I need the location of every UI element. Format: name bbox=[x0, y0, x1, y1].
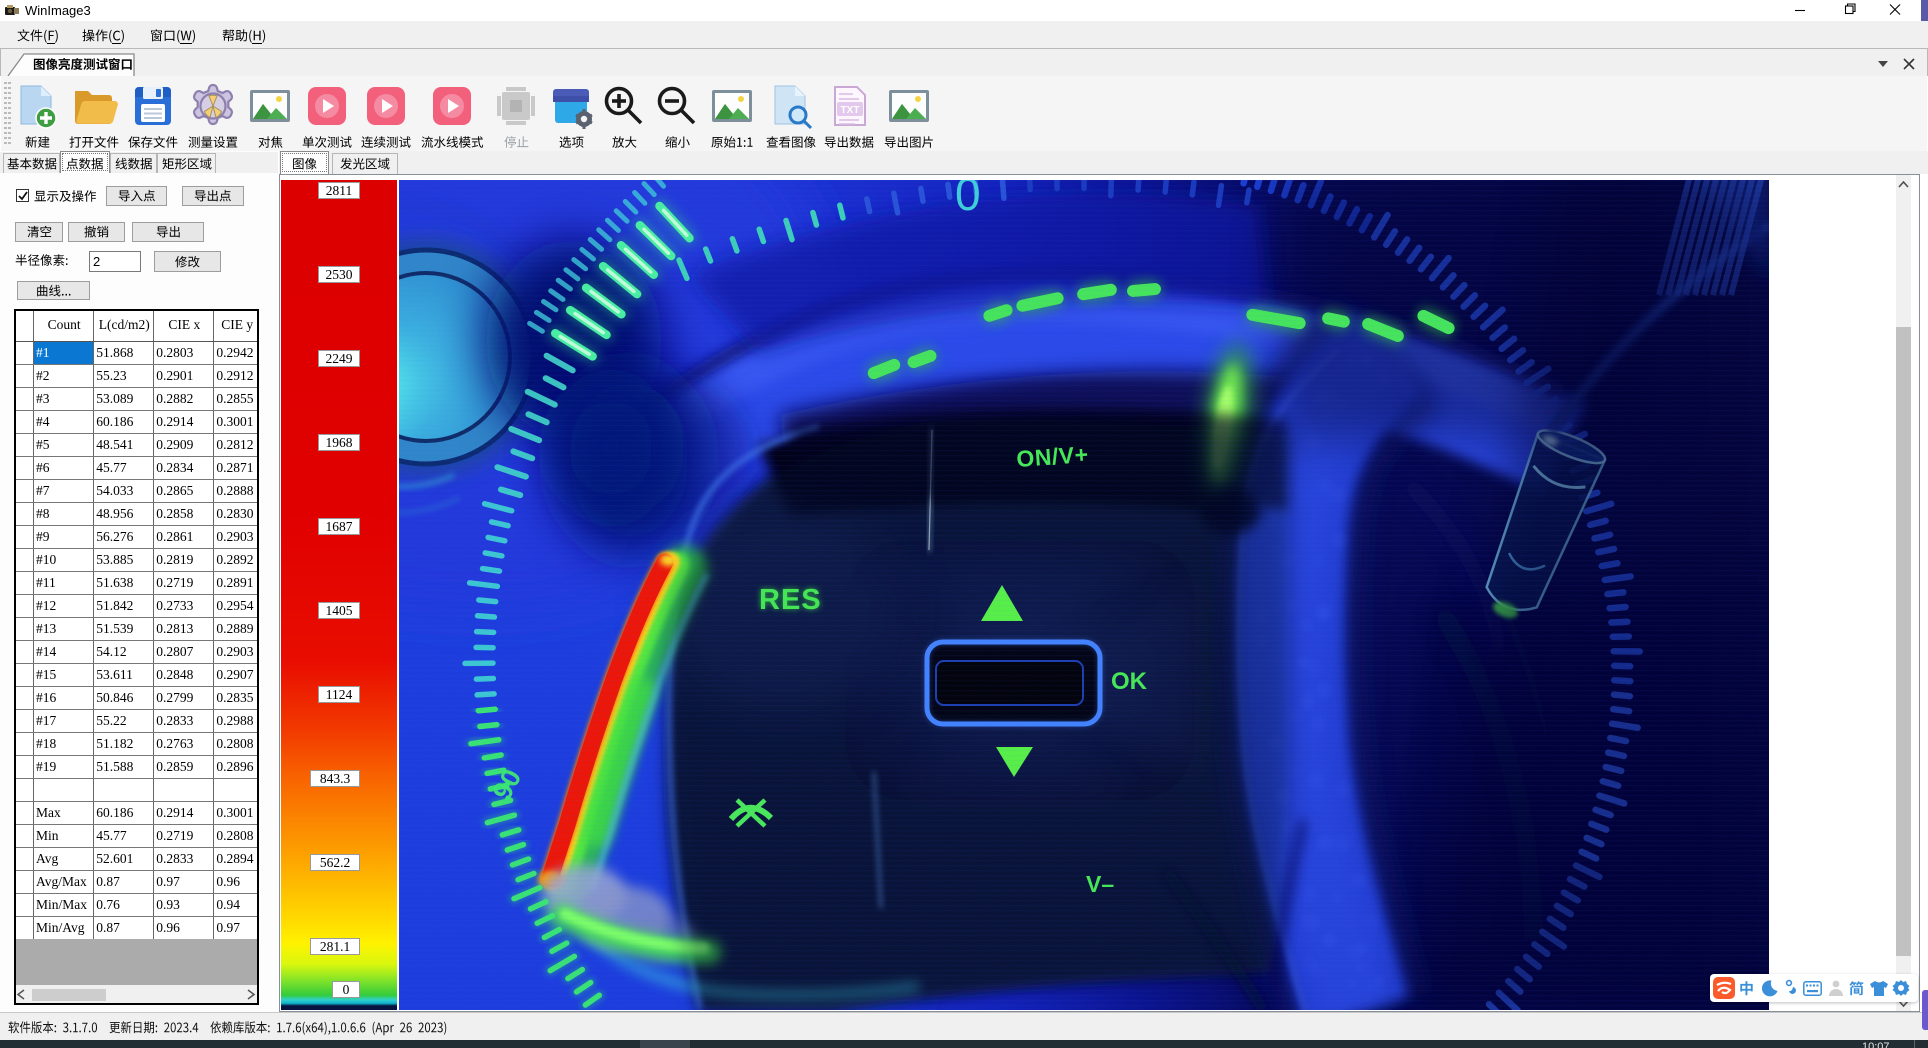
svg-text:TXT: TXT bbox=[841, 105, 860, 116]
